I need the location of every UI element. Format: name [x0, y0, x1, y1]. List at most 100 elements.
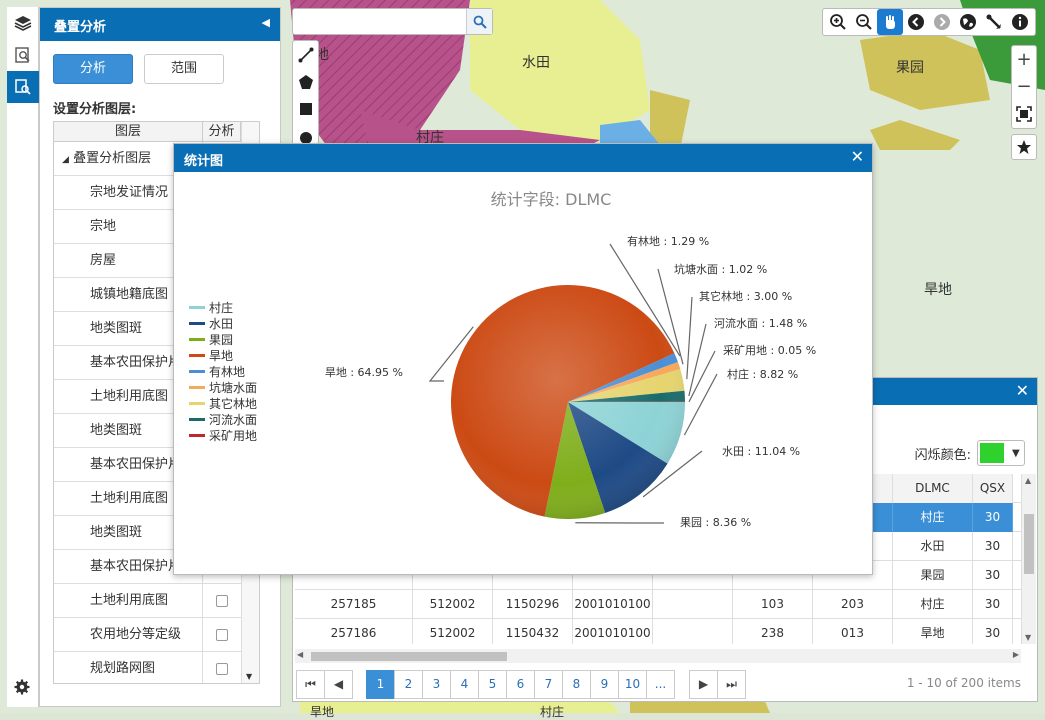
draw-polygon-icon[interactable]	[293, 68, 318, 95]
table-row[interactable]: 25718651200211504322001010100238013旱地30	[295, 619, 1021, 644]
close-icon[interactable]: ✕	[1016, 381, 1029, 400]
pan-hand-icon[interactable]	[877, 9, 903, 35]
section-title: 设置分析图层:	[53, 98, 136, 117]
data-label: 旱地 : 64.95 %	[325, 366, 403, 379]
col-analyze: 分析	[203, 122, 241, 141]
legend-swatch[interactable]	[189, 370, 205, 373]
analyze-tab-button[interactable]: 分析	[53, 54, 133, 84]
table-cell: 1150296	[493, 590, 573, 619]
legend-swatch[interactable]	[189, 354, 205, 357]
layer-row[interactable]: 农用地分等定级	[54, 618, 259, 652]
table-cell: 村庄	[893, 590, 973, 619]
analyze-checkbox[interactable]	[216, 595, 228, 607]
legend-label[interactable]: 旱地	[209, 349, 233, 363]
page-number-button[interactable]: 10	[618, 670, 647, 699]
scroll-left-icon[interactable]: ◀	[297, 650, 303, 659]
previous-extent-icon[interactable]	[903, 9, 929, 35]
range-tab-button[interactable]: 范围	[144, 54, 224, 84]
grid-vertical-scrollbar[interactable]: ▲ ▼	[1021, 474, 1036, 644]
page-number-button[interactable]: 3	[422, 670, 451, 699]
legend-label[interactable]: 有林地	[209, 365, 245, 379]
prev-page-button[interactable]: ◀	[324, 670, 353, 699]
page-number-button[interactable]: 8	[562, 670, 591, 699]
legend-swatch[interactable]	[189, 402, 205, 405]
scroll-down-icon[interactable]: ▼	[1025, 633, 1031, 642]
table-cell: 村庄	[893, 503, 973, 532]
page-number-button[interactable]: 9	[590, 670, 619, 699]
tool-strip	[7, 7, 39, 707]
table-row[interactable]: 25718551200211502962001010100103203村庄30	[295, 590, 1021, 619]
legend-swatch[interactable]	[189, 386, 205, 389]
legend-label[interactable]: 坑塘水面	[209, 380, 257, 395]
map-toolbar	[822, 8, 1036, 36]
dialog-title: 统计图	[184, 154, 223, 169]
page-number-button[interactable]: 6	[506, 670, 535, 699]
collapse-icon[interactable]: ◀	[262, 16, 270, 29]
table-cell: 30	[973, 532, 1013, 561]
search-button[interactable]	[466, 9, 492, 34]
zoom-minus-icon[interactable]: −	[1012, 73, 1036, 100]
zoom-plus-icon[interactable]: +	[1012, 46, 1036, 73]
scroll-thumb[interactable]	[311, 652, 507, 661]
table-cell	[653, 619, 733, 644]
legend-label[interactable]: 其它林地	[209, 396, 257, 411]
measure-icon[interactable]	[981, 9, 1007, 35]
table-cell: 30	[973, 619, 1013, 644]
legend-swatch[interactable]	[189, 322, 205, 325]
legend-swatch[interactable]	[189, 434, 205, 437]
statistics-dialog-header: 统计图 ✕	[174, 144, 872, 172]
scroll-down-icon[interactable]: ▼	[246, 672, 252, 681]
search-doc-icon[interactable]	[7, 39, 39, 71]
page-number-button[interactable]: 4	[450, 670, 479, 699]
layers-icon[interactable]	[7, 7, 39, 39]
draw-line-icon[interactable]	[293, 41, 318, 68]
next-extent-icon[interactable]	[929, 9, 955, 35]
last-page-button[interactable]: ⏭	[717, 670, 746, 699]
panel-title: 叠置分析	[54, 20, 106, 35]
legend-label[interactable]: 水田	[209, 317, 233, 331]
table-cell: 30	[973, 590, 1013, 619]
zoom-out-icon[interactable]	[851, 9, 877, 35]
analyze-checkbox[interactable]	[216, 663, 228, 675]
grid-horizontal-scrollbar[interactable]: ◀ ▶	[295, 649, 1021, 663]
legend-label[interactable]: 采矿用地	[209, 429, 257, 443]
bookmark-star-icon[interactable]	[1011, 134, 1037, 160]
overlay-analysis-icon[interactable]	[7, 71, 39, 103]
page-number-button[interactable]: 2	[394, 670, 423, 699]
scroll-right-icon[interactable]: ▶	[1013, 650, 1019, 659]
legend-label[interactable]: 果园	[209, 333, 233, 347]
gear-icon[interactable]	[14, 679, 30, 699]
flash-color-picker[interactable]: ▼	[977, 440, 1025, 466]
draw-rectangle-icon[interactable]	[293, 95, 318, 122]
collapse-caret-icon[interactable]: ◢	[62, 155, 69, 165]
zoom-in-icon[interactable]	[825, 9, 851, 35]
legend-swatch[interactable]	[189, 306, 205, 309]
page-number-button[interactable]: 5	[478, 670, 507, 699]
pie-shading	[451, 285, 685, 519]
fullscreen-icon[interactable]	[1012, 100, 1036, 127]
scroll-thumb[interactable]	[1024, 514, 1034, 574]
leader-line	[684, 374, 717, 435]
close-icon[interactable]: ✕	[851, 147, 864, 166]
next-page-button[interactable]: ▶	[689, 670, 718, 699]
search-input[interactable]	[297, 10, 467, 33]
analyze-checkbox[interactable]	[216, 629, 228, 641]
leader-line	[689, 351, 715, 402]
full-extent-globe-icon[interactable]	[955, 9, 981, 35]
layer-name: 农用地分等定级	[54, 618, 203, 651]
flash-color-control: 闪烁颜色: ▼	[915, 440, 1025, 466]
table-cell: 30	[973, 561, 1013, 590]
layer-row[interactable]: 土地利用底图	[54, 584, 259, 618]
legend-label[interactable]: 河流水面	[209, 413, 257, 427]
scroll-up-icon[interactable]: ▲	[1025, 476, 1031, 485]
legend-label[interactable]: 村庄	[209, 300, 233, 315]
page-number-button[interactable]: 7	[534, 670, 563, 699]
page-number-button[interactable]: 1	[366, 670, 395, 699]
first-page-button[interactable]: ⏮	[296, 670, 325, 699]
info-icon[interactable]	[1007, 9, 1033, 35]
page-number-button[interactable]: ...	[646, 670, 675, 699]
legend-swatch[interactable]	[189, 418, 205, 421]
table-cell: 203	[813, 590, 893, 619]
legend-swatch[interactable]	[189, 338, 205, 341]
layer-row[interactable]: 规划路网图	[54, 652, 259, 684]
